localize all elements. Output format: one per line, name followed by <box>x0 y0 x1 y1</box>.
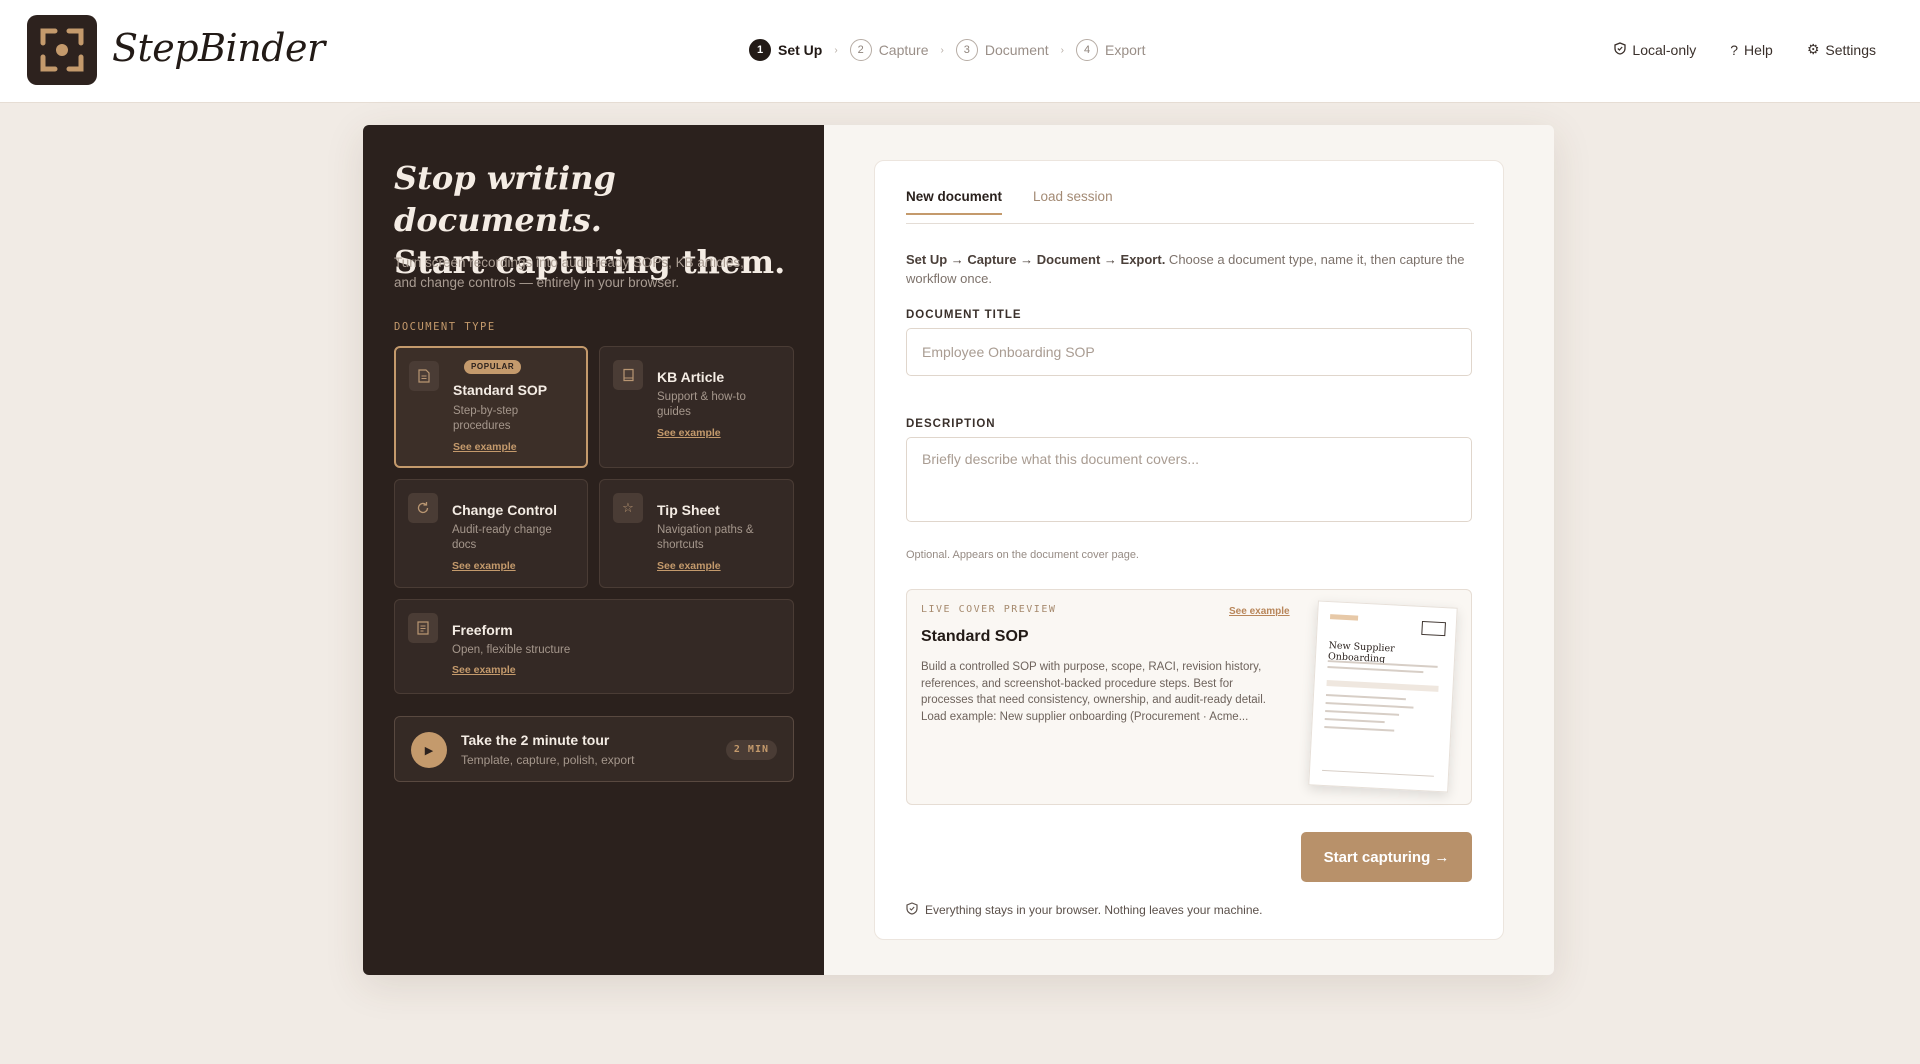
thumbnail-footer-line <box>1322 769 1434 777</box>
document-title-input[interactable] <box>906 328 1472 376</box>
preview-description: Build a controlled SOP with purpose, sco… <box>921 661 1266 723</box>
thumbnail-line <box>1325 702 1414 709</box>
top-bar: StepBinder 1 Set Up › 2 Capture › 3 Docu… <box>0 0 1920 103</box>
step-number: 2 <box>849 39 872 61</box>
tab-new-document[interactable]: New document <box>906 187 1003 215</box>
doc-type-kb-article[interactable]: KB Article Support & how-to guides See e… <box>599 346 794 468</box>
thumbnail-line <box>1325 709 1400 716</box>
privacy-note: Everything stays in your browser. Nothin… <box>906 902 1263 918</box>
document-type-label: DOCUMENT TYPE <box>394 321 496 333</box>
doc-type-desc: Audit-ready change docs <box>452 524 552 551</box>
preview-label: LIVE COVER PREVIEW <box>921 604 1057 615</box>
intro-steps: Set Up → Capture → Document → Export. <box>906 252 1166 267</box>
privacy-text: Everything stays in your browser. Nothin… <box>925 903 1263 917</box>
step-capture[interactable]: 2 Capture <box>849 39 929 61</box>
chevron-right-icon: › <box>1060 44 1064 56</box>
thumbnail-line <box>1324 725 1395 732</box>
doc-type-standard-sop[interactable]: POPULAR Standard SOP Step-by-step proced… <box>394 346 588 468</box>
star-icon: ☆ <box>613 493 643 523</box>
shield-icon <box>906 902 918 918</box>
tab-load-session[interactable]: Load session <box>1033 187 1113 223</box>
new-document-form: New document Load session Set Up → Captu… <box>874 160 1504 940</box>
step-number: 4 <box>1076 39 1098 61</box>
form-tabs: New document Load session <box>906 187 1474 224</box>
settings-button[interactable]: ⚙ Settings <box>1807 41 1876 58</box>
hero-title-line1: Stop writing documents. <box>394 159 616 239</box>
progress-stepper: 1 Set Up › 2 Capture › 3 Document › 4 Ex… <box>749 39 1145 61</box>
doc-type-title: Standard SOP <box>453 382 548 398</box>
see-example-link[interactable]: See example <box>1229 606 1290 617</box>
see-example-link[interactable]: See example <box>657 560 721 572</box>
chevron-right-icon: › <box>940 44 944 56</box>
refresh-icon <box>408 493 438 523</box>
cover-thumbnail[interactable]: New Supplier Onboarding <box>1308 600 1458 793</box>
help-button[interactable]: ? Help <box>1730 41 1773 58</box>
thumbnail-logo <box>1421 620 1446 637</box>
play-icon: ▶ <box>411 732 447 768</box>
chevron-right-icon: › <box>834 44 838 56</box>
see-example-link[interactable]: See example <box>453 441 517 453</box>
book-icon <box>613 360 643 390</box>
doc-type-change-control[interactable]: Change Control Audit-ready change docs S… <box>394 479 588 588</box>
question-icon: ? <box>1730 41 1739 58</box>
doc-type-desc: Open, flexible structure <box>452 644 571 656</box>
top-actions: Local-only ? Help ⚙ Settings <box>1614 41 1876 58</box>
doc-type-desc: Step-by-step procedures <box>453 405 519 432</box>
preview-title: Standard SOP <box>921 628 1029 645</box>
app-name: StepBinder <box>112 26 325 70</box>
thumbnail-line <box>1327 666 1424 674</box>
document-icon <box>409 361 439 391</box>
step-document[interactable]: 3 Document <box>955 39 1049 61</box>
shield-icon <box>1614 41 1627 58</box>
step-label: Set Up <box>778 42 823 58</box>
note-icon <box>408 613 438 643</box>
step-number: 3 <box>955 39 978 61</box>
description-hint: Optional. Appears on the document cover … <box>906 549 1139 561</box>
left-panel: Stop writing documents. Start capturing … <box>363 125 824 975</box>
doc-type-freeform[interactable]: Freeform Open, flexible structure See ex… <box>394 599 794 694</box>
help-label: Help <box>1744 41 1773 58</box>
doc-type-title: Change Control <box>452 502 557 518</box>
document-title-label: DOCUMENT TITLE <box>906 309 1022 321</box>
local-only-button[interactable]: Local-only <box>1614 41 1696 58</box>
step-export[interactable]: 4 Export <box>1076 39 1145 61</box>
doc-type-title: Tip Sheet <box>657 502 720 518</box>
logo-icon[interactable] <box>27 15 97 85</box>
tour-duration-badge: 2 MIN <box>725 740 777 760</box>
doc-type-title: KB Article <box>657 369 725 385</box>
description-label: DESCRIPTION <box>906 418 996 430</box>
intro-text: Set Up → Capture → Document → Export. Ch… <box>906 250 1474 288</box>
doc-type-desc: Support & how-to guides <box>657 391 746 418</box>
see-example-link[interactable]: See example <box>657 427 721 439</box>
gear-icon: ⚙ <box>1806 41 1820 57</box>
tour-subtitle: Template, capture, polish, export <box>461 753 635 767</box>
see-example-link[interactable]: See example <box>452 664 516 676</box>
step-label: Document <box>984 42 1049 58</box>
hero-subtitle: Turn screen recordings into audit-ready … <box>394 255 744 290</box>
step-setup[interactable]: 1 Set Up <box>749 39 822 61</box>
doc-type-title: Freeform <box>452 622 513 638</box>
setup-card: Stop writing documents. Start capturing … <box>363 125 1554 975</box>
step-number: 1 <box>749 39 771 61</box>
see-example-link[interactable]: See example <box>452 560 516 572</box>
thumbnail-line <box>1325 694 1406 701</box>
doc-type-tip-sheet[interactable]: ☆ Tip Sheet Navigation paths & shortcuts… <box>599 479 794 588</box>
thumbnail-tag <box>1329 614 1359 621</box>
local-only-label: Local-only <box>1632 41 1697 58</box>
tour-button[interactable]: ▶ Take the 2 minute tour Template, captu… <box>394 716 794 782</box>
thumbnail-table-header <box>1326 680 1439 692</box>
step-label: Export <box>1105 42 1146 58</box>
thumbnail-line <box>1324 717 1385 724</box>
step-label: Capture <box>878 42 929 58</box>
settings-label: Settings <box>1825 41 1876 58</box>
popular-badge: POPULAR <box>464 360 522 374</box>
doc-type-desc: Navigation paths & shortcuts <box>657 524 754 551</box>
tour-title: Take the 2 minute tour <box>461 732 610 748</box>
description-input[interactable] <box>906 437 1472 522</box>
start-capturing-button[interactable]: Start capturing → <box>1301 832 1472 882</box>
live-cover-preview: LIVE COVER PREVIEW See example Standard … <box>906 589 1472 805</box>
